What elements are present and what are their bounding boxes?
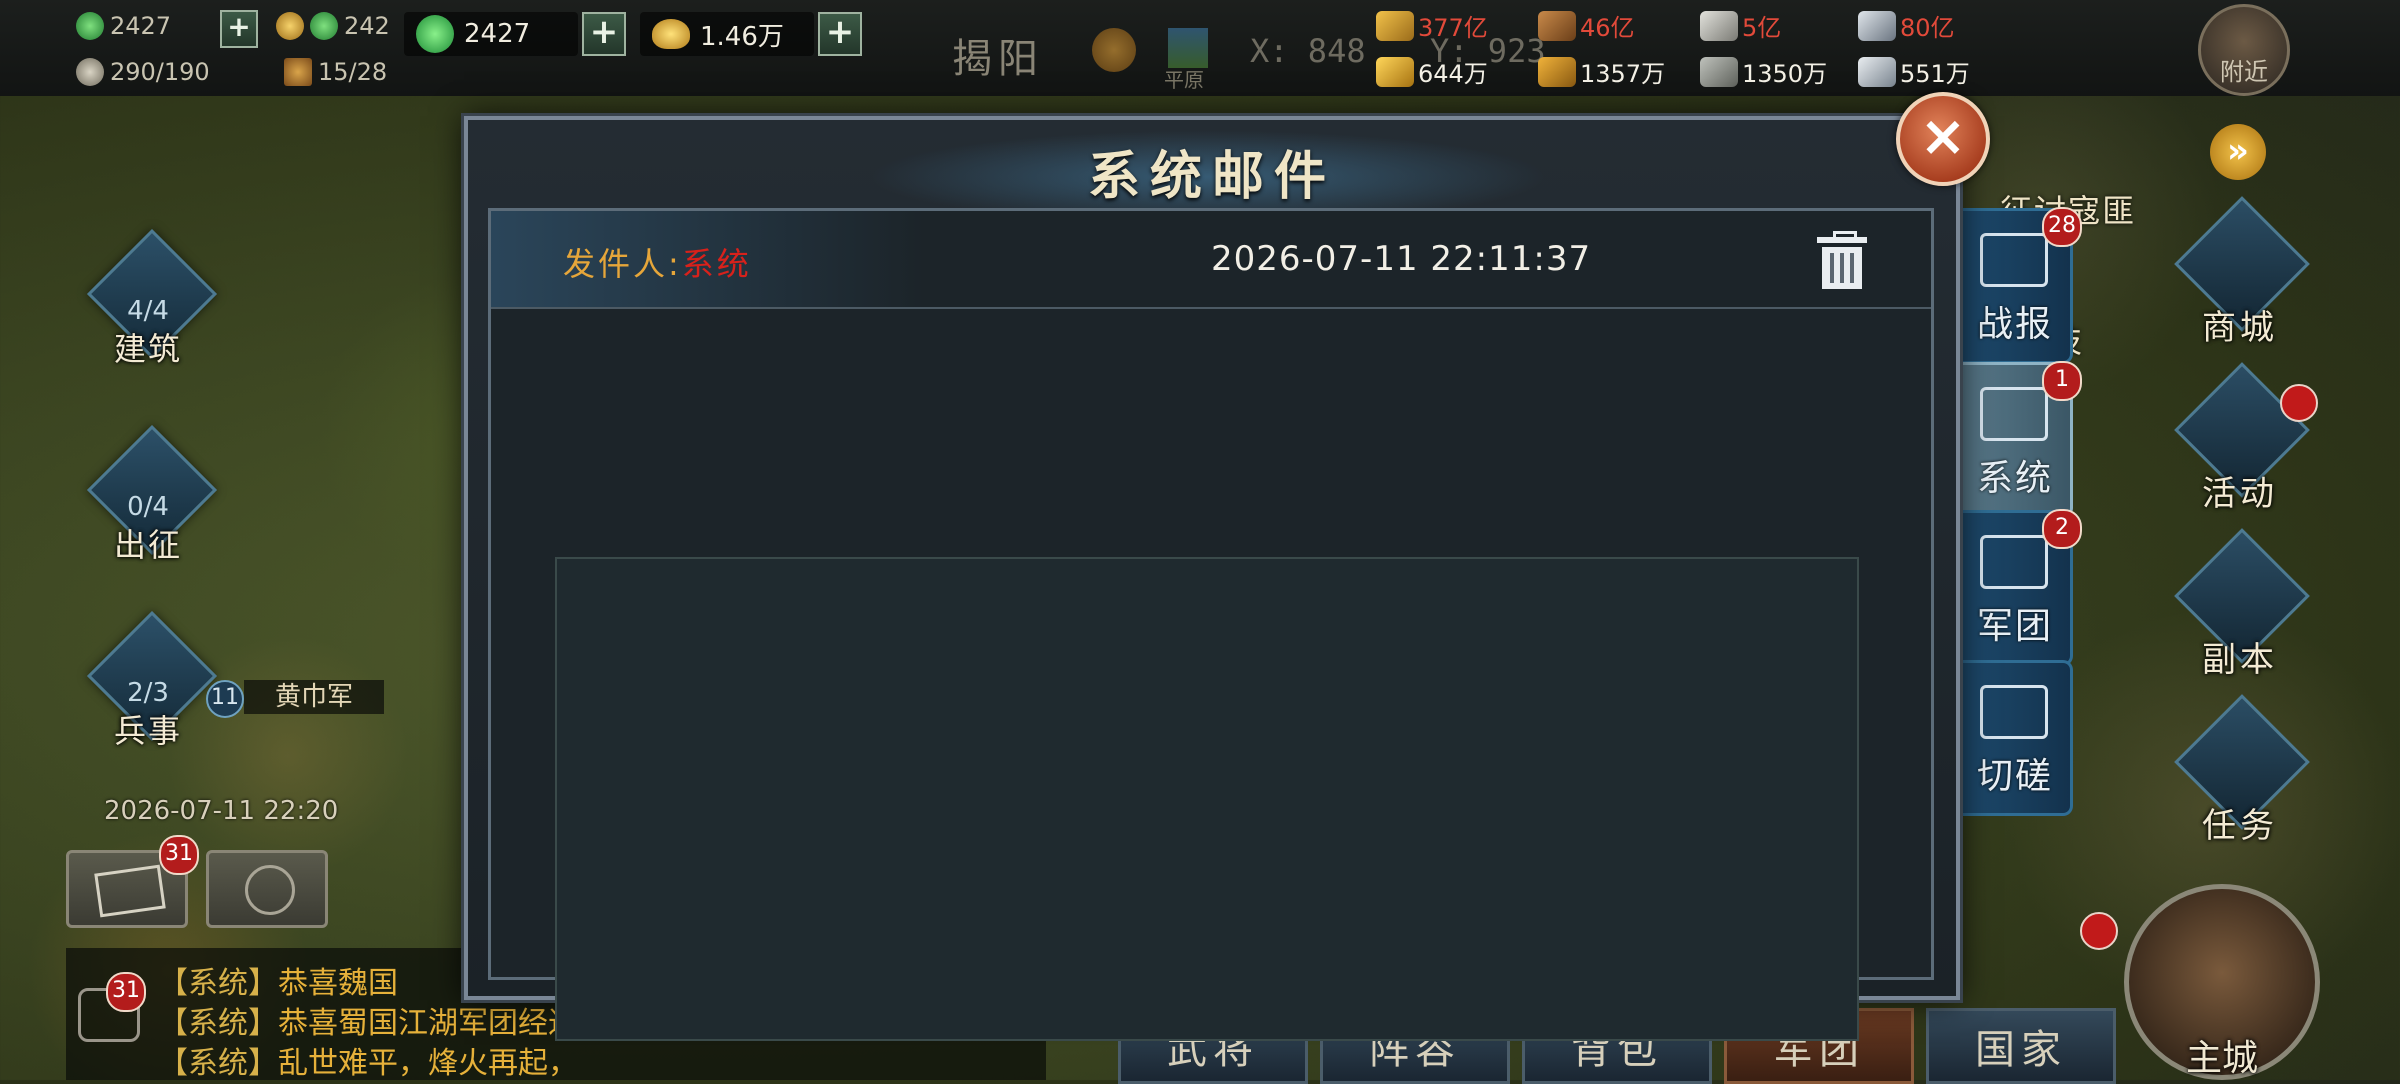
tab-badge: 28 xyxy=(2042,207,2082,247)
chat-badge: 31 xyxy=(106,972,146,1012)
banner-icon xyxy=(284,58,312,86)
grain-icon xyxy=(1376,10,1414,41)
army-name-label[interactable]: 黄巾军 xyxy=(244,680,384,714)
add-jade-button[interactable]: + xyxy=(582,12,626,56)
dialog-title: 系统邮件 xyxy=(1087,146,1336,207)
build-button[interactable]: 4/4 建筑 xyxy=(86,228,218,368)
mail-body xyxy=(555,557,1859,1041)
tab-badge: 2 xyxy=(2042,509,2082,549)
close-button[interactable]: × xyxy=(1896,92,1990,186)
nav-country[interactable]: 国家 xyxy=(1926,1008,2116,1084)
sun-icon xyxy=(1092,28,1136,72)
stone-icon xyxy=(1700,10,1738,41)
chat-line: 【系统】恭喜魏国 xyxy=(158,966,398,1001)
chat-line: 【系统】恭喜蜀国江湖军团经过 xyxy=(158,1006,578,1041)
ingot-counter: 1.46万 xyxy=(640,12,814,56)
event-notification-dot xyxy=(2280,384,2318,422)
troop-small: 15/28 xyxy=(284,58,387,86)
march-button[interactable]: 0/4 出征 xyxy=(86,424,218,564)
jade-small: 2427 xyxy=(76,12,171,40)
expand-arrows-icon[interactable]: » xyxy=(2210,124,2266,180)
iron-resource: 80亿 xyxy=(1858,8,1955,43)
tab-legion[interactable]: 军团 2 xyxy=(1960,509,2082,666)
tab-system[interactable]: 系统 1 xyxy=(1960,361,2082,518)
jade-counter: 2427 xyxy=(404,12,578,56)
iron-icon xyxy=(1858,10,1896,41)
envelope-flag-icon xyxy=(1980,535,2048,589)
mail-content-panel: 发件人:系统 2026-07-11 22:11:37 xyxy=(488,208,1934,1041)
add-jade-small-button[interactable]: + xyxy=(220,10,258,48)
mail-button[interactable]: 31 xyxy=(66,835,199,928)
nearby-button[interactable]: 附近 xyxy=(2198,4,2290,96)
mail-badge: 31 xyxy=(159,835,199,875)
envelope-icon xyxy=(1980,233,2048,287)
lumber-icon xyxy=(1538,56,1576,87)
silver-icon xyxy=(76,58,104,86)
ingot-icon xyxy=(276,12,304,40)
military-button[interactable]: 2/3 兵事 xyxy=(86,610,218,750)
envelope-icon xyxy=(94,864,166,918)
metal-resource: 551万 xyxy=(1858,54,1970,89)
envelope-gear-icon xyxy=(1980,387,2048,441)
mail-date: 2026-07-11 22:11:37 xyxy=(1211,239,1592,279)
friends-button[interactable] xyxy=(206,850,328,928)
delete-mail-button[interactable] xyxy=(1817,231,1867,289)
wood-resource: 46亿 xyxy=(1538,8,1635,43)
lumber-resource: 1357万 xyxy=(1538,54,1665,89)
main-city-button[interactable]: 主城 xyxy=(2124,884,2320,1080)
metal-icon xyxy=(1858,56,1896,87)
ghost-resource: 242 xyxy=(276,12,390,40)
ingot-icon xyxy=(652,19,690,49)
dungeon-button[interactable]: 副本 xyxy=(2170,528,2310,680)
current-city-name[interactable]: 揭阳 xyxy=(952,26,1044,84)
tab-duel[interactable]: 切磋 xyxy=(1960,660,2073,816)
terrain-label: 平原 xyxy=(1164,68,1204,92)
silver-small: 290/190 xyxy=(76,58,210,86)
sender-name: 系统 xyxy=(681,245,752,283)
jade-icon xyxy=(416,15,454,53)
event-button[interactable]: 活动 xyxy=(2170,362,2318,514)
jade-icon xyxy=(310,12,338,40)
grain-resource: 377亿 xyxy=(1376,8,1488,43)
mail-header: 发件人:系统 2026-07-11 22:11:37 xyxy=(491,211,1931,309)
wood-icon xyxy=(1538,10,1576,41)
jade-icon xyxy=(76,12,104,40)
envelope-swords-icon xyxy=(1980,685,2048,739)
tab-battle-report[interactable]: 战报 28 xyxy=(1960,207,2082,364)
stone-resource: 5亿 xyxy=(1700,8,1781,43)
terrain-icon xyxy=(1168,28,1208,68)
ore-resource: 1350万 xyxy=(1700,54,1827,89)
army-level-badge: 11 xyxy=(206,680,244,718)
people-icon xyxy=(245,865,295,915)
gold-resource: 644万 xyxy=(1376,54,1488,89)
coordinate-x: X: 848 xyxy=(1250,32,1366,70)
add-ingot-button[interactable]: + xyxy=(818,12,862,56)
sender-line: 发件人:系统 xyxy=(563,245,752,283)
gold-icon xyxy=(1376,56,1414,87)
notification-dot xyxy=(2080,912,2118,950)
system-mail-dialog: 系统邮件 发件人:系统 2026-07-11 22:11:37 xyxy=(464,116,1960,1041)
top-resource-bar: 2427 + 242 290/190 15/28 2427 + 1.46万 + … xyxy=(0,0,2400,96)
quest-button[interactable]: 任务 xyxy=(2170,694,2310,846)
chat-line: 【系统】乱世难平，烽火再起， xyxy=(158,1046,578,1081)
shop-button[interactable]: 商城 xyxy=(2170,196,2310,348)
ore-icon xyxy=(1700,56,1738,87)
map-timestamp: 2026-07-11 22:20 xyxy=(104,796,339,826)
tab-badge: 1 xyxy=(2042,361,2082,401)
